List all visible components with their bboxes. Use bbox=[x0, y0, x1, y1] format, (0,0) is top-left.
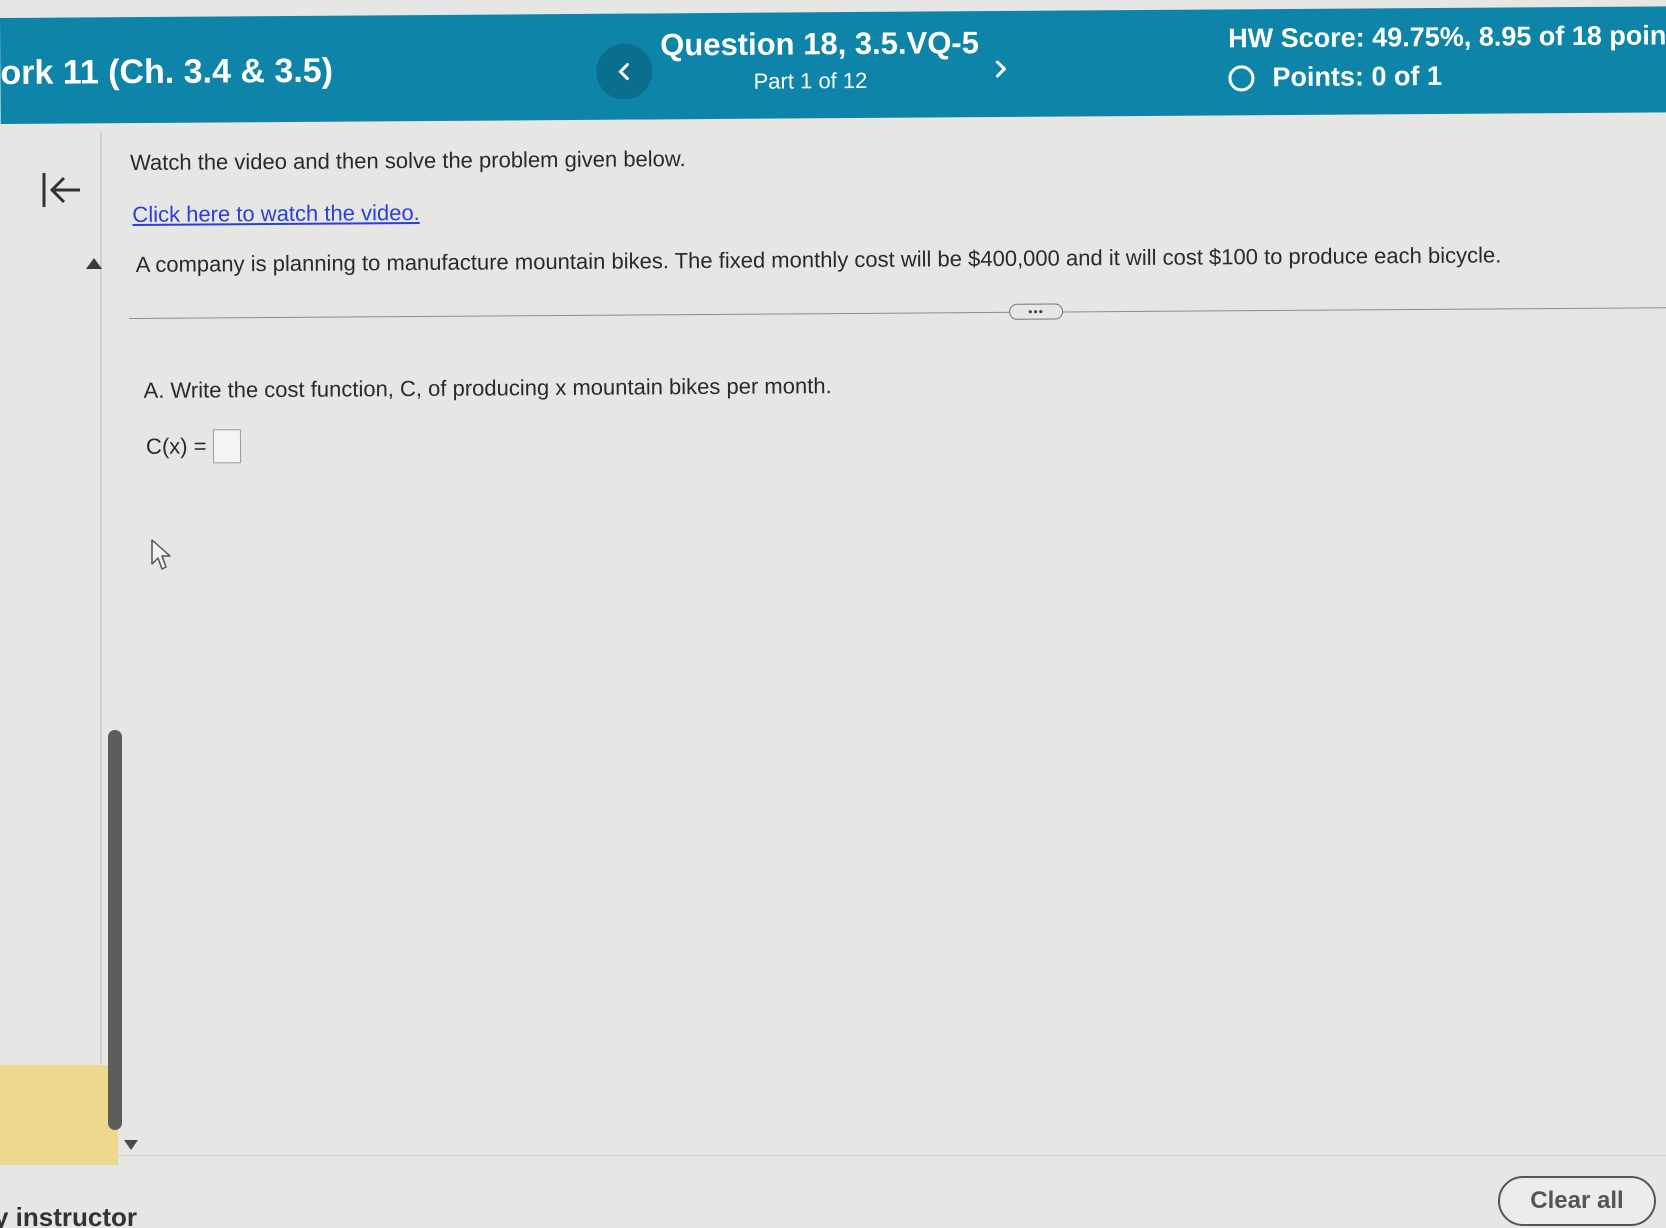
expand-more-button[interactable]: ••• bbox=[1009, 303, 1064, 320]
mouse-cursor-icon bbox=[151, 539, 171, 570]
part-a-prompt: A. Write the cost function, C, of produc… bbox=[143, 373, 832, 403]
cx-label: C(x) = bbox=[145, 433, 207, 459]
instructions-text: Watch the video and then solve the probl… bbox=[129, 146, 686, 175]
ask-instructor-link[interactable]: y instructor bbox=[0, 1202, 137, 1228]
question-content: Watch the video and then solve the probl… bbox=[0, 0, 1666, 1228]
watch-video-link[interactable]: Click here to watch the video. bbox=[132, 200, 420, 228]
answer-row: C(x) = bbox=[146, 429, 241, 464]
answer-input[interactable] bbox=[212, 429, 241, 464]
section-divider bbox=[129, 307, 1666, 320]
clear-all-button[interactable]: Clear all bbox=[1498, 1176, 1656, 1226]
problem-statement: A company is planning to manufacture mou… bbox=[135, 242, 1502, 277]
footer-divider bbox=[118, 1155, 1666, 1156]
